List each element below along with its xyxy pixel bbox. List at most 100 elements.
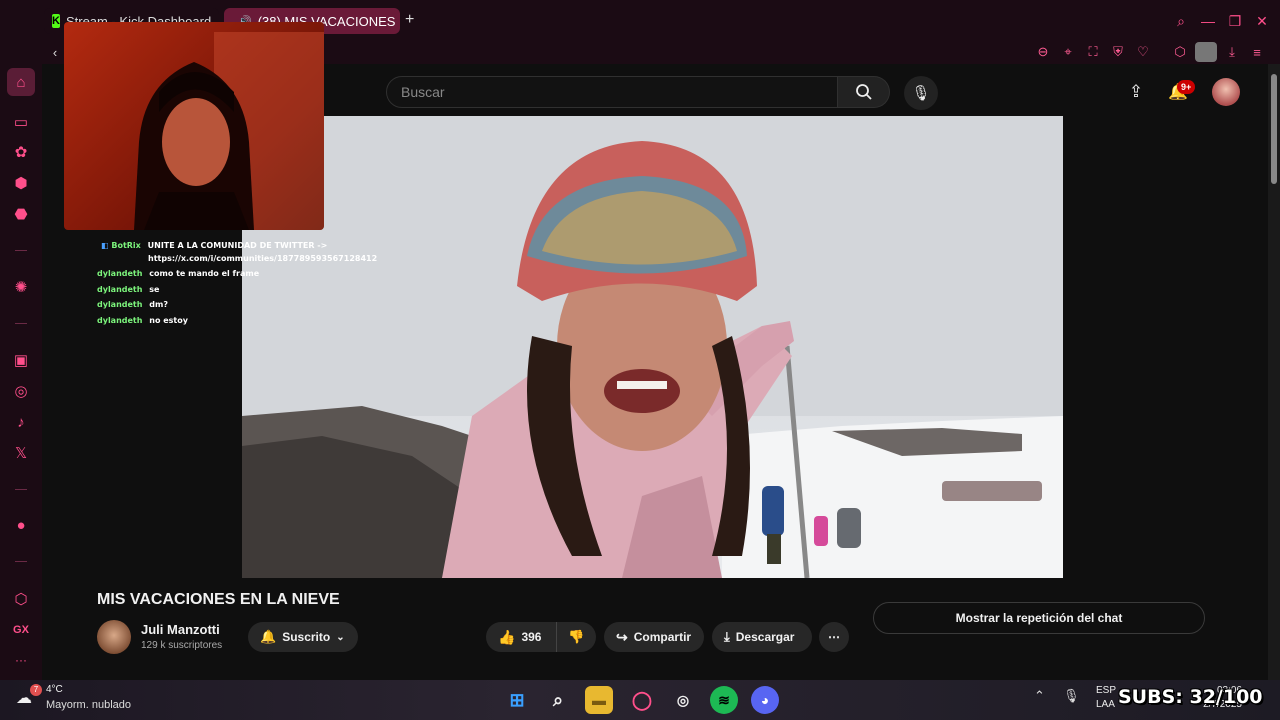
home-icon: ⌂ — [16, 73, 26, 91]
file-explorer-icon[interactable]: ▬ — [585, 686, 613, 714]
chat-username: dylandeth — [97, 300, 143, 309]
ai-icon[interactable]: ✿ — [9, 140, 33, 164]
twitch-icon[interactable]: ▣ — [9, 348, 33, 372]
video-title: MIS VACACIONES EN LA NIEVE — [97, 591, 340, 608]
zoom-out-icon[interactable]: ⊖ — [1033, 42, 1053, 62]
subscribed-label: Suscrito — [282, 630, 331, 644]
channel-name[interactable]: Juli Manzotti — [141, 622, 220, 637]
chat-text: no estoy — [149, 316, 188, 325]
chat-text: UNITE A LA COMUNIDAD DE TWITTER -> — [147, 241, 328, 250]
sidebar-divider — [15, 250, 27, 251]
chatgpt-icon[interactable]: ✺ — [9, 275, 33, 299]
language-bottom: LAA — [1096, 699, 1115, 710]
settings-icon[interactable]: ⬡ — [9, 587, 33, 611]
search-tabs-icon[interactable]: ⌕ — [1170, 10, 1192, 32]
download-button[interactable]: ⤓ Descargar — [712, 622, 812, 652]
weather-badge: 7 — [30, 684, 42, 696]
account-avatar[interactable] — [1212, 78, 1240, 106]
chat-message-continued: https://x.com/i/communities/187789593567… — [148, 254, 378, 263]
chat-message: dylandeth se — [97, 285, 159, 294]
search-input[interactable]: Buscar — [386, 76, 838, 108]
chat-username: dylandeth — [97, 269, 143, 278]
webcam-person — [134, 32, 324, 230]
language-top: ESP — [1096, 685, 1117, 696]
chat-text: como te mando el frame — [149, 269, 260, 278]
tiktok-icon[interactable]: ♪ — [9, 410, 33, 434]
chat-text: se — [149, 285, 160, 294]
chat-username: BotRix — [111, 241, 141, 250]
notifications-badge: 9+ — [1177, 80, 1196, 94]
thumbs-up-icon: 👍 — [498, 628, 516, 645]
sidebar-divider — [15, 323, 27, 324]
chat-text: dm? — [149, 300, 168, 309]
scrollbar-thumb[interactable] — [1271, 74, 1277, 184]
microphone-icon: 🎙 — [911, 85, 931, 102]
close-icon[interactable]: ✕ — [1251, 10, 1273, 32]
weather-description: Mayorm. nublado — [46, 699, 131, 711]
heart-icon[interactable]: ♡ — [1133, 42, 1153, 62]
voice-search-button[interactable]: 🎙 — [904, 76, 938, 110]
share-icon: ↪ — [616, 628, 628, 645]
game-icon[interactable]: ⬣ — [9, 202, 33, 226]
gx-corner-icon[interactable]: GX — [9, 618, 33, 642]
search-button[interactable] — [838, 76, 890, 108]
cube-icon[interactable]: ⬢ — [9, 171, 33, 195]
sidebar-more-icon[interactable]: ··· — [9, 648, 33, 672]
snapshot-icon[interactable]: ⛶ — [1083, 42, 1103, 62]
extensions-icon[interactable]: ⬡ — [1170, 42, 1190, 62]
show-chat-replay-button[interactable]: Mostrar la repetición del chat — [873, 602, 1205, 634]
minimize-icon[interactable]: — — [1197, 10, 1219, 32]
x-icon[interactable]: 𝕏 — [9, 441, 33, 465]
subs-goal-overlay: SUBS: 32/100 — [1118, 686, 1263, 708]
menu-icon[interactable]: ≡ — [1247, 42, 1267, 62]
page-scrollbar[interactable] — [1268, 64, 1280, 680]
opera-gx-icon[interactable]: ◯ — [628, 686, 656, 714]
video-frame — [242, 116, 1063, 578]
spotify-icon[interactable]: ≋ — [710, 686, 738, 714]
more-icon: ⋯ — [828, 630, 840, 644]
chat-username: dylandeth — [97, 316, 143, 325]
weather-temp: 4°C — [46, 684, 63, 695]
back-icon[interactable]: ‹ — [45, 42, 65, 62]
dislike-button[interactable]: 👎 — [556, 622, 596, 652]
opera-sidebar: ⌂ ▭ ✿ ⬢ ⬣ ✺ ▣ ◎ ♪ 𝕏 ● ⬡ GX ··· — [0, 0, 42, 680]
video-player[interactable] — [242, 116, 1063, 578]
upload-icon: ⇪ — [1128, 82, 1144, 101]
subscribed-button[interactable]: 🔔 Suscrito ⌄ — [248, 622, 358, 652]
tray-mic-icon[interactable]: 🎙 — [1063, 688, 1080, 704]
weather-widget[interactable]: ☁ 7 4°C Mayorm. nublado — [16, 684, 146, 716]
language-indicator[interactable]: ESP LAA — [1096, 684, 1116, 712]
download-icon[interactable]: ⤓ — [1222, 42, 1242, 62]
chat-message: dylandeth como te mando el frame — [97, 269, 259, 278]
shield-icon[interactable]: ⛨ — [1108, 42, 1128, 62]
pin-icon[interactable]: ⌖ — [1058, 42, 1078, 62]
channel-avatar[interactable] — [97, 620, 131, 654]
more-actions-button[interactable]: ⋯ — [819, 622, 849, 652]
discord-icon[interactable]: ◕ — [751, 686, 779, 714]
windows-start-icon[interactable]: ⊞ — [503, 686, 531, 714]
tray-chevron-icon[interactable]: ⌃ — [1034, 688, 1045, 704]
bot-icon: ◧ — [101, 241, 112, 250]
sidebar-divider — [15, 489, 27, 490]
thumbs-down-icon: 👎 — [568, 629, 585, 644]
kick-icon: K — [52, 14, 60, 28]
sidebar-divider — [15, 561, 27, 562]
new-tab-button[interactable]: + — [405, 11, 414, 29]
like-count: 396 — [521, 630, 542, 644]
show-chat-label: Mostrar la repetición del chat — [955, 611, 1123, 625]
upload-button[interactable]: ⇪ — [1124, 80, 1148, 104]
like-button[interactable]: 👍 396 — [486, 622, 556, 652]
chat-username: dylandeth — [97, 285, 143, 294]
download-label: Descargar — [735, 630, 795, 644]
bell-icon: 🔔 — [260, 629, 277, 644]
streaming-app-icon[interactable]: ◎ — [669, 686, 697, 714]
music-player-icon[interactable]: ● — [9, 513, 33, 537]
instagram-icon[interactable]: ◎ — [9, 379, 33, 403]
search-icon[interactable]: ⌕ — [544, 686, 572, 714]
profile-avatar[interactable] — [1195, 42, 1217, 62]
share-button[interactable]: ↪ Compartir — [604, 622, 704, 652]
webcam-overlay — [64, 22, 324, 230]
maximize-icon[interactable]: ❐ — [1224, 10, 1246, 32]
gamepad-icon[interactable]: ▭ — [9, 110, 33, 134]
download-icon: ⤓ — [724, 629, 730, 644]
